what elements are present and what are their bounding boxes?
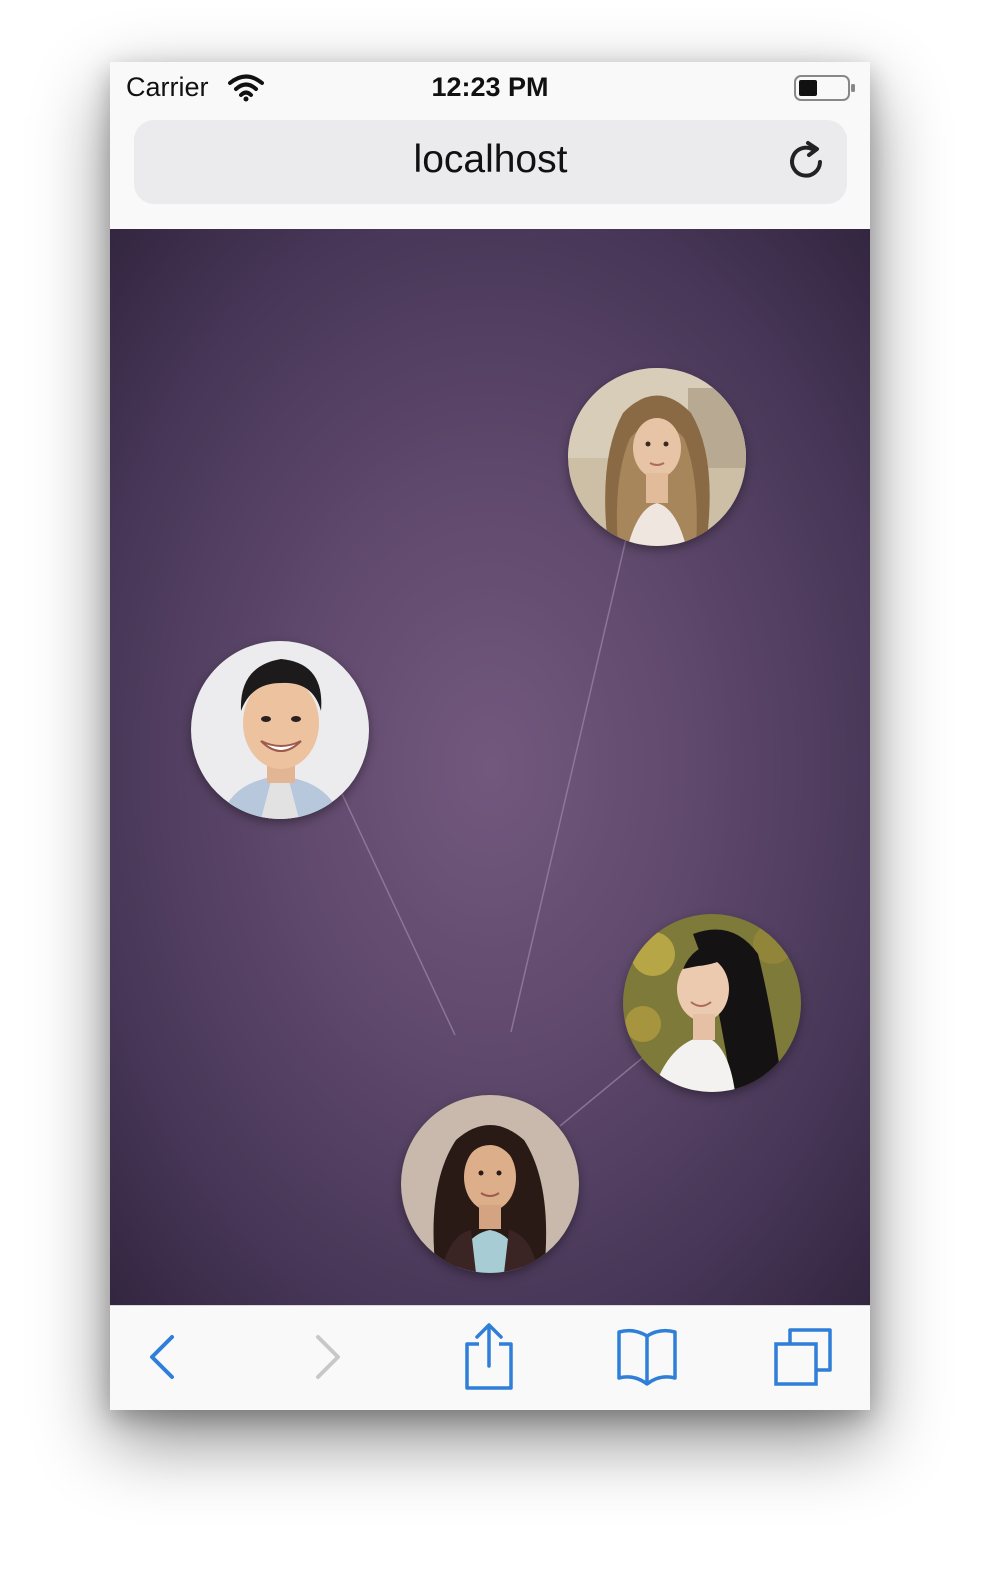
avatar-node-woman-long-black-hair[interactable]: [623, 914, 801, 1092]
phone-simulator: Carrier 12:23 PM localhost: [110, 62, 870, 1410]
share-button[interactable]: [454, 1322, 524, 1397]
status-time: 12:23 PM: [431, 72, 549, 102]
address-url[interactable]: localhost: [134, 138, 847, 182]
battery-icon: [794, 74, 856, 102]
tabs-button[interactable]: [768, 1324, 838, 1394]
avatar-node-woman-blonde[interactable]: [568, 368, 746, 546]
avatar-node-woman-center[interactable]: [401, 1095, 579, 1273]
page-content: [110, 229, 870, 1305]
bookmarks-button[interactable]: [612, 1324, 682, 1394]
address-bar[interactable]: localhost: [134, 120, 847, 204]
tabs-icon: [772, 1326, 834, 1393]
chevron-left-icon: [142, 1332, 182, 1387]
graph-edge: [510, 478, 641, 1033]
back-button[interactable]: [127, 1324, 197, 1394]
book-icon: [614, 1326, 680, 1393]
avatar-node-man-smiling[interactable]: [191, 641, 369, 819]
browser-toolbar: [110, 1305, 870, 1410]
share-icon: [461, 1322, 517, 1397]
reload-icon[interactable]: [786, 140, 830, 184]
status-bar: Carrier 12:23 PM: [110, 62, 870, 114]
graph-edge: [559, 1054, 647, 1127]
forward-button[interactable]: [293, 1324, 363, 1394]
chevron-right-icon: [308, 1332, 348, 1387]
